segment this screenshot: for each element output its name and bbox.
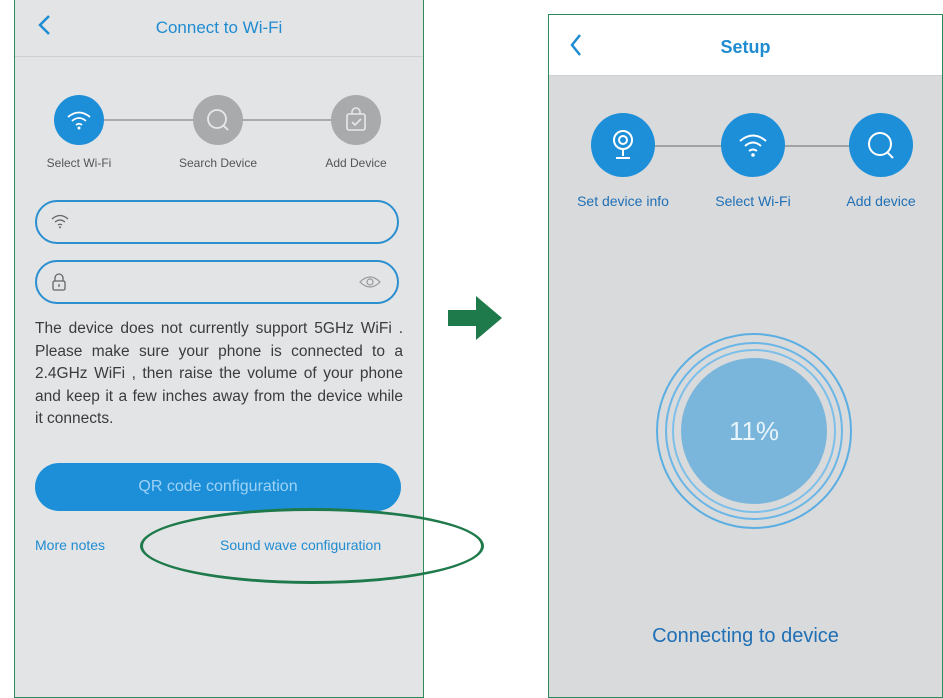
step-label: Select Wi-Fi [46,156,112,170]
step-add-device [331,95,381,145]
step-label: Set device info [577,193,669,209]
wifi-name-input[interactable] [83,210,357,236]
password-input[interactable] [83,270,357,296]
search-icon [868,132,894,159]
step-label: Add Device [325,156,387,170]
connect-wifi-screen: Connect to Wi-Fi Select Wi-Fi Search Dev… [14,0,424,698]
page-title: Connect to Wi-Fi [155,18,283,37]
step-connector [243,119,331,121]
step-set-device-info [591,113,655,177]
wifi-icon [51,214,69,229]
wifi-notice-text: The device does not currently support 5G… [35,320,403,427]
page-title: Setup [720,37,771,57]
lock-icon [52,273,66,291]
eye-icon[interactable] [359,275,381,289]
setup-screen: Setup Set device info Select Wi-Fi Add d… [548,14,943,698]
connection-status: Connecting to device [652,625,839,647]
header-bar: Connect to Wi-Fi [15,0,423,57]
more-notes-link[interactable]: More notes [35,537,105,553]
step-search-device [193,95,243,145]
wifi-icon [67,111,91,130]
progress-percent: 11% [681,358,827,504]
step-select-wifi [721,113,785,177]
step-label: Search Device [178,156,258,170]
step-label: Select Wi-Fi [715,193,791,209]
highlight-ellipse [140,508,484,584]
step-add-device [849,113,913,177]
wifi-icon [739,134,767,157]
step-select-wifi [54,95,104,145]
canvas: Connect to Wi-Fi Select Wi-Fi Search Dev… [0,0,943,698]
password-field[interactable] [35,260,399,304]
header-bar: Setup [549,15,942,76]
wifi-name-field[interactable] [35,200,399,244]
search-icon [207,109,229,131]
step-connector [655,145,721,147]
step-connector [785,145,849,147]
camera-icon [613,130,633,159]
step-label: Add device [846,193,916,209]
progress-indicator: 11% [656,333,852,529]
check-bag-icon [346,107,366,131]
step-indicator: Select Wi-Fi Search Device Add Device [15,86,423,176]
qr-code-configuration-button[interactable]: QR code configuration [35,463,401,511]
step-connector [103,119,193,121]
step-indicator: Set device info Select Wi-Fi Add device [549,107,942,217]
next-arrow-icon [448,296,502,340]
